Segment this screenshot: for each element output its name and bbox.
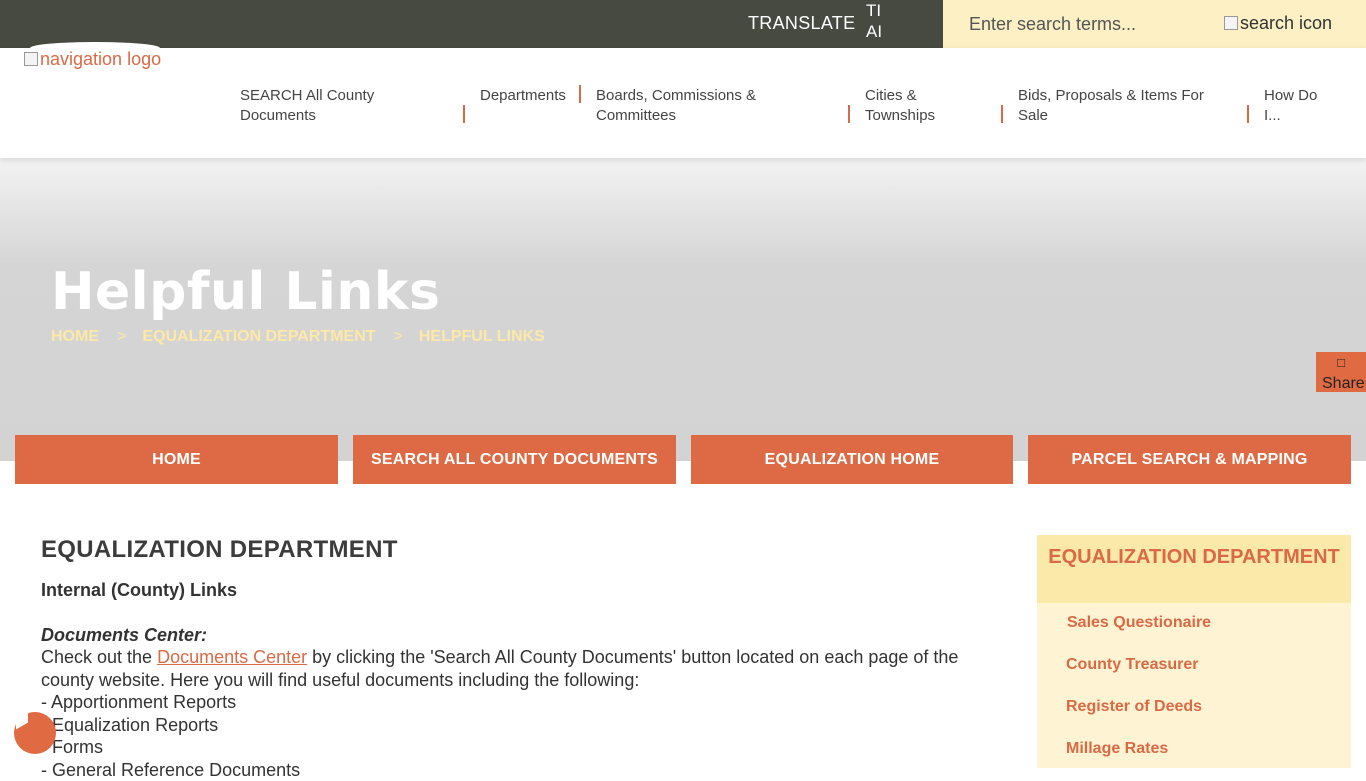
widget-icon xyxy=(16,713,28,730)
translate-image[interactable]: TI AI xyxy=(866,0,884,48)
translate-button[interactable]: TRANSLATE xyxy=(748,13,855,34)
search-box: search icon xyxy=(943,0,1366,48)
department-heading: EQUALIZATION DEPARTMENT xyxy=(41,536,1001,564)
breadcrumb-equalization-department[interactable]: EQUALIZATION DEPARTMENT xyxy=(142,328,375,346)
page-title: Helpful Links xyxy=(51,262,440,322)
breadcrumb: HOME > EQUALIZATION DEPARTMENT > HELPFUL LIN… xyxy=(51,328,545,346)
sidebar: EQUALIZATION DEPARTMENT Sales Questionai… xyxy=(1037,535,1351,768)
nav-item-how-do-i[interactable]: How Do I... xyxy=(1264,86,1324,126)
search-icon[interactable]: search icon xyxy=(1224,13,1332,34)
page-hero: Helpful Links HOME > EQUALIZATION DEPARTME… xyxy=(0,158,1366,461)
documents-center-link[interactable]: Documents Center xyxy=(157,647,307,667)
share-button[interactable]: □ Share xyxy=(1316,352,1366,392)
nav-item-bids-proposals-items-for-sale[interactable]: Bids, Proposals & Items For Sale xyxy=(1018,86,1223,126)
nav-separator xyxy=(579,85,581,103)
navigation-logo-alt: navigation logo xyxy=(40,49,161,69)
search-input[interactable] xyxy=(969,12,1209,36)
breadcrumb-helpful-links: HELPFUL LINKS xyxy=(419,328,545,346)
documents-center-paragraph: Check out the Documents Center by clicki… xyxy=(41,646,1001,691)
paragraph-text: Check out the xyxy=(41,647,157,667)
accessibility-widget-button[interactable] xyxy=(14,712,56,754)
breadcrumb-separator: > xyxy=(394,328,403,346)
share-icon: □ xyxy=(1316,352,1366,374)
list-item: - General Reference Documents xyxy=(41,759,1001,781)
broken-image-icon xyxy=(24,52,38,66)
documents-center-label: Documents Center: xyxy=(41,625,1001,646)
list-item: - Apportionment Reports xyxy=(41,691,1001,714)
nav-item-search-all-county-documents[interactable]: SEARCH All County Documents xyxy=(240,86,430,126)
quick-link-equalization-home-button[interactable]: EQUALIZATION HOME xyxy=(691,435,1013,484)
main-content: EQUALIZATION DEPARTMENT Internal (County… xyxy=(41,536,1001,781)
nav-item-departments[interactable]: Departments xyxy=(480,86,580,106)
main-navigation: navigation logo SEARCH All County Docume… xyxy=(0,48,1366,158)
breadcrumb-home[interactable]: HOME xyxy=(51,328,99,346)
nav-item-boards-commissions-committees[interactable]: Boards, Commissions & Committees xyxy=(596,86,796,126)
quick-link-parcel-search-mapping-button[interactable]: PARCEL SEARCH & MAPPING xyxy=(1028,435,1351,484)
list-item: - Forms xyxy=(41,736,1001,759)
section-subheading: Internal (County) Links xyxy=(41,580,1001,601)
top-utility-bar: TRANSLATE TI AI search icon xyxy=(0,0,1366,48)
list-item: - Equalization Reports xyxy=(41,714,1001,737)
navigation-logo[interactable]: navigation logo xyxy=(24,49,161,70)
nav-separator xyxy=(848,105,850,123)
share-label: Share xyxy=(1322,376,1365,392)
breadcrumb-separator: > xyxy=(117,328,126,346)
sidebar-heading: EQUALIZATION DEPARTMENT xyxy=(1037,535,1351,603)
nav-separator xyxy=(463,105,465,123)
translate-image-alt: TI AI xyxy=(866,1,882,41)
search-icon-alt: search icon xyxy=(1240,13,1332,33)
sidebar-link-sales-questionaire[interactable]: Sales Questionaire xyxy=(1067,614,1211,632)
nav-separator xyxy=(1001,105,1003,123)
nav-separator xyxy=(1247,105,1249,123)
quick-link-search-all-county-documents-button[interactable]: SEARCH ALL COUNTY DOCUMENTS xyxy=(353,435,676,484)
sidebar-link-county-treasurer[interactable]: County Treasurer xyxy=(1066,656,1198,674)
broken-image-icon xyxy=(1224,16,1238,30)
nav-item-cities-townships[interactable]: Cities & Townships xyxy=(865,86,955,126)
quick-link-home-button[interactable]: HOME xyxy=(15,435,338,484)
sidebar-link-millage-rates[interactable]: Millage Rates xyxy=(1066,740,1168,758)
sidebar-link-register-of-deeds[interactable]: Register of Deeds xyxy=(1066,698,1202,716)
